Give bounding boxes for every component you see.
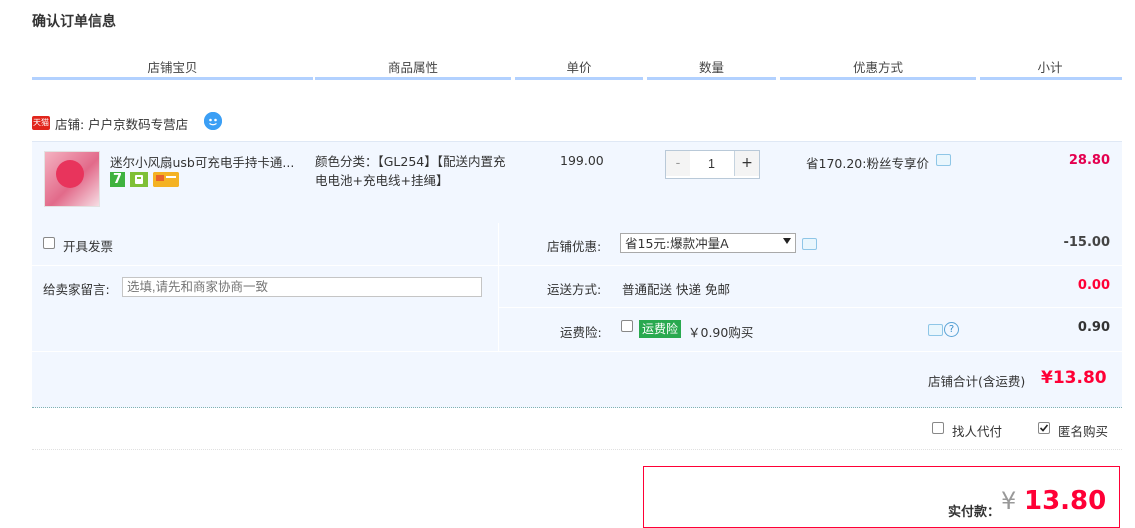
insurance-value: 0.90 [1077,320,1110,335]
header-underline [647,77,776,80]
product-attributes: 颜色分类：【GL254】【配送内置充电电池+充电线+挂绳】 [315,154,506,188]
shop-discount-comment-icon[interactable] [802,238,817,250]
tmall-icon: 天猫 [32,116,50,130]
note-to-seller-input[interactable] [122,277,482,297]
discount-comment-icon[interactable] [936,154,951,166]
product-name-link[interactable]: 迷尔小风扇usb可充电手持卡通... [110,152,305,171]
col-header-price: 单价 [566,60,592,75]
divider [32,449,1122,450]
item-subtotal: 28.80 [1068,153,1110,168]
insurance-label: 运费险: [560,325,602,340]
proxy-pay-label: 找人代付 [952,424,1003,439]
note-label: 给卖家留言: [43,282,110,297]
row-divider [499,265,1122,266]
shop-discount-label: 店铺优惠: [547,239,602,254]
invoice-checkbox[interactable] [43,237,55,249]
quantity-input[interactable] [690,151,733,176]
payment-label: 实付款： [948,505,1001,520]
currency-symbol: ¥ [1001,487,1017,515]
page-title: 确认订单信息 [32,14,116,30]
row-divider [32,265,498,266]
shop-total-value: ¥13.80 [1041,368,1107,388]
credit-card-icon[interactable] [153,172,179,187]
invoice-label: 开具发票 [63,239,114,254]
col-header-subtotal: 小计 [1037,60,1063,75]
header-underline [980,77,1122,80]
shop-discount-select[interactable]: 省15元:爆款冲量A [620,233,796,253]
shipping-fee: 0.00 [1077,278,1110,293]
anonymous-label: 匿名购买 [1058,424,1109,439]
col-header-shop-item: 店铺宝贝 [147,60,198,75]
anonymous-checkbox[interactable] [1038,422,1050,434]
quantity-decrease-button[interactable]: - [666,151,691,176]
insurance-price: ￥0.90购买 [688,325,754,340]
header-underline [315,77,511,80]
panel-divider [498,223,499,351]
quantity-increase-button[interactable]: + [734,151,759,176]
chevron-down-icon [783,238,791,244]
seven-day-return-icon[interactable]: 7 [110,172,125,187]
fan-image-icon [56,160,84,188]
insurance-checkbox[interactable] [621,320,633,332]
chat-seller-icon[interactable] [204,112,222,130]
proxy-pay-checkbox[interactable] [932,422,944,434]
discount-method: 省170.20:粉丝专享价 [806,156,929,171]
header-underline [515,77,643,80]
header-underline [32,77,313,80]
col-header-attributes: 商品属性 [387,60,438,75]
unit-price: 199.00 [560,153,604,168]
shop-total-label: 店铺合计(含运费) [928,374,1026,389]
shipping-label: 运送方式: [547,282,602,297]
shipping-method: 普通配送 快递 免邮 [622,282,730,297]
col-header-quantity: 数量 [698,60,724,75]
header-underline [780,77,976,80]
payment-amount: 13.80 [1024,486,1107,516]
shop-discount-value: -15.00 [1063,235,1110,250]
help-icon[interactable]: ? [944,322,959,337]
shop-name-link[interactable]: 店铺: 户户京数码专营店 [55,114,188,133]
col-header-discount: 优惠方式 [852,60,903,75]
guarantee-icon[interactable] [130,172,148,187]
insurance-comment-icon[interactable] [928,324,943,336]
insurance-badge: 运费险 [639,320,681,338]
row-divider [499,307,1122,308]
